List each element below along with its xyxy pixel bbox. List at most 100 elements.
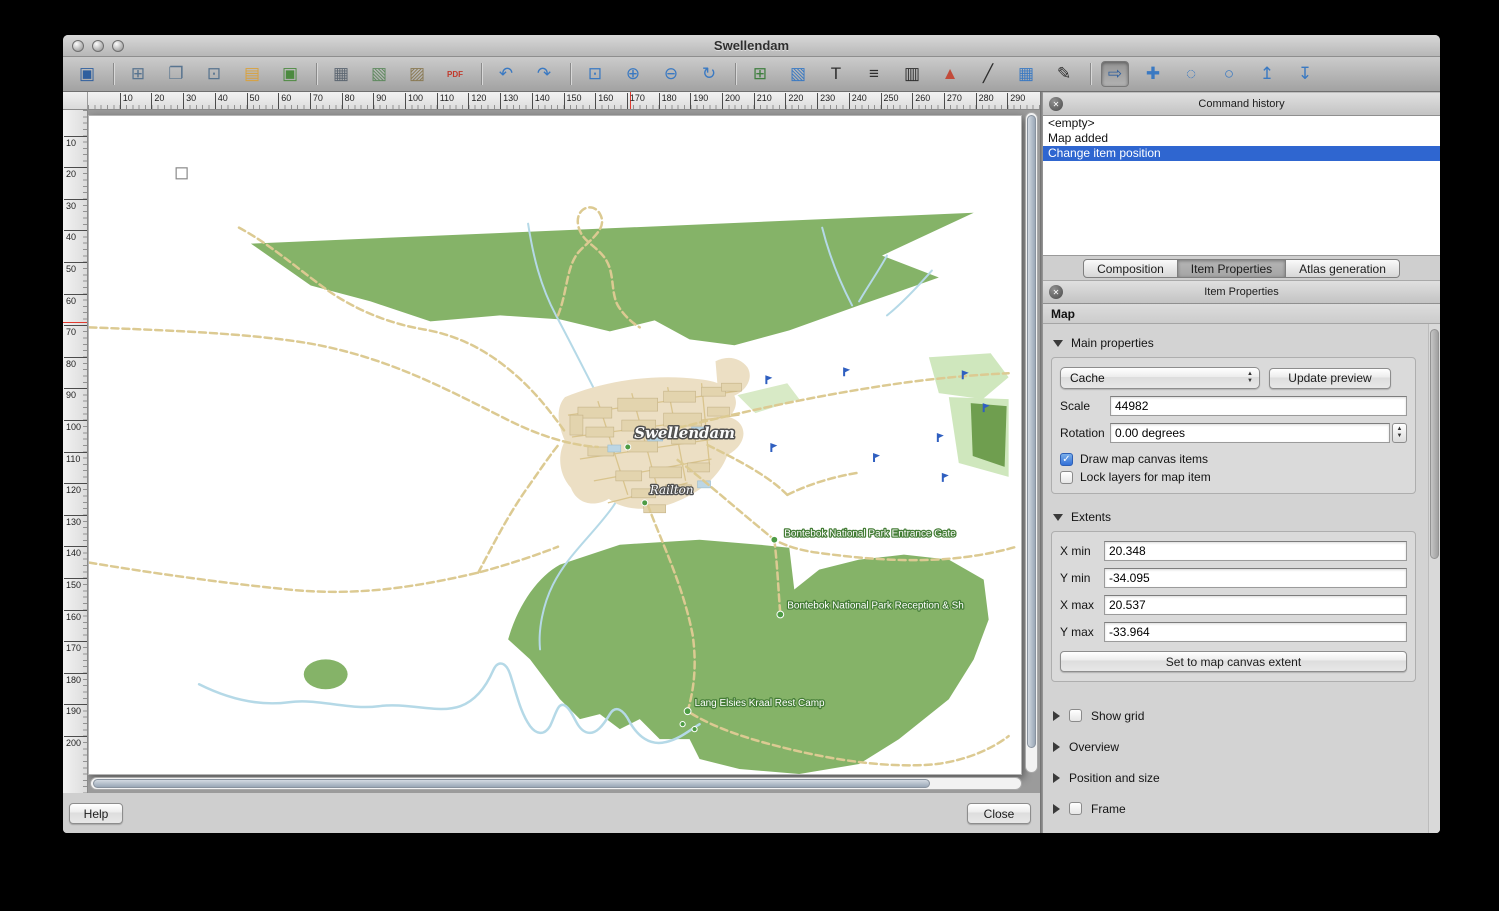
close-button[interactable]: Close (967, 803, 1031, 824)
ruler-mark: 130 (500, 93, 518, 109)
properties-scrollbar[interactable] (1428, 324, 1440, 833)
add-shape-icon[interactable]: ▲ (936, 61, 964, 87)
command-history-header: ✕ Command history (1043, 93, 1440, 116)
vertical-scrollbar-thumb[interactable] (1027, 115, 1036, 748)
export-pdf-icon[interactable]: PDF (441, 61, 469, 87)
close-window-icon[interactable] (72, 40, 84, 52)
add-image-icon[interactable]: ▧ (784, 61, 812, 87)
selection-handle[interactable] (176, 168, 187, 179)
ruler-mark: 220 (785, 93, 803, 109)
zoom-full-icon[interactable]: ⊡ (581, 61, 609, 87)
group-items-icon[interactable]: ◌ (1177, 61, 1205, 87)
toolbar-separator (1090, 63, 1091, 85)
minimize-window-icon[interactable] (92, 40, 104, 52)
lock-layers-checkbox[interactable] (1060, 471, 1073, 484)
add-html-frame-icon[interactable]: ✎ (1050, 61, 1078, 87)
x-min-input[interactable] (1104, 541, 1407, 561)
history-item[interactable]: Map added (1043, 131, 1440, 146)
open-template-icon[interactable]: ▤ (238, 61, 266, 87)
horizontal-scrollbar-thumb[interactable] (93, 779, 930, 788)
composer-manager-icon[interactable]: ⊡ (200, 61, 228, 87)
update-preview-button[interactable]: Update preview (1269, 368, 1391, 389)
y-min-input[interactable] (1104, 568, 1407, 588)
ruler-mark: 140 (532, 93, 550, 109)
new-composer-icon[interactable]: ⊞ (124, 61, 152, 87)
vertical-scrollbar[interactable] (1025, 112, 1038, 773)
refresh-view-icon[interactable]: ↻ (695, 61, 723, 87)
disclosure-closed-icon[interactable] (1053, 711, 1060, 721)
cache-dropdown[interactable]: Cache ▲▼ (1060, 367, 1260, 389)
select-move-item-icon[interactable]: ⇨ (1101, 61, 1129, 87)
show-grid-label: Show grid (1091, 709, 1144, 723)
lower-items-icon[interactable]: ↧ (1291, 61, 1319, 87)
tab-atlas-generation[interactable]: Atlas generation (1286, 259, 1400, 278)
ruler-mark: 70 (64, 325, 87, 337)
zoom-in-icon[interactable]: ⊕ (619, 61, 647, 87)
export-svg-icon[interactable]: ▨ (403, 61, 431, 87)
command-history-list[interactable]: <empty> Map added Change item position (1043, 116, 1440, 256)
history-item-selected[interactable]: Change item position (1043, 146, 1440, 161)
print-icon[interactable]: ▦ (327, 61, 355, 87)
ungroup-items-icon[interactable]: ○ (1215, 61, 1243, 87)
disclosure-closed-icon[interactable] (1053, 742, 1060, 752)
add-map-icon[interactable]: ⊞ (746, 61, 774, 87)
title-bar[interactable]: Swellendam (63, 35, 1440, 57)
y-max-input[interactable] (1104, 622, 1407, 642)
rotation-stepper[interactable]: ▲▼ (1392, 423, 1407, 443)
ruler-mark: 100 (405, 93, 423, 109)
horizontal-scrollbar[interactable] (90, 777, 1022, 790)
properties-scrollbar-thumb[interactable] (1430, 329, 1439, 559)
ruler-mark: 200 (722, 93, 740, 109)
extents-group: X min Y min X max Y max (1051, 531, 1416, 682)
frame-checkbox[interactable] (1069, 802, 1082, 815)
zoom-window-icon[interactable] (112, 40, 124, 52)
draw-map-canvas-items-label: Draw map canvas items (1080, 452, 1208, 466)
rotation-input[interactable] (1110, 423, 1390, 443)
move-item-content-icon[interactable]: ✚ (1139, 61, 1167, 87)
undo-icon[interactable]: ↶ (492, 61, 520, 87)
item-properties-panel: Main properties Cache ▲▼ Update preview (1043, 324, 1440, 833)
toolbar-separator (735, 63, 736, 85)
set-to-map-canvas-extent-button[interactable]: Set to map canvas extent (1060, 651, 1407, 672)
poi-label-camp: Lang Elsies Kraal Rest Camp (695, 698, 825, 709)
tab-item-properties[interactable]: Item Properties (1178, 259, 1286, 278)
raise-items-icon[interactable]: ↥ (1253, 61, 1281, 87)
disclosure-open-icon[interactable] (1053, 340, 1063, 347)
disclosure-closed-icon[interactable] (1053, 773, 1060, 783)
export-image-icon[interactable]: ▧ (365, 61, 393, 87)
add-arrow-icon[interactable]: ╱ (974, 61, 1002, 87)
add-scalebar-icon[interactable]: ▥ (898, 61, 926, 87)
close-panel-icon[interactable]: ✕ (1049, 97, 1063, 111)
frame-label: Frame (1091, 802, 1126, 816)
toolbar-separator (113, 63, 114, 85)
zoom-out-icon[interactable]: ⊖ (657, 61, 685, 87)
save-template-icon[interactable]: ▣ (276, 61, 304, 87)
x-min-label: X min (1060, 544, 1104, 558)
scale-label: Scale (1060, 399, 1110, 413)
ruler-mark: 150 (564, 93, 582, 109)
composer-window: Swellendam ▣ ⊞ ❐ ⊡ ▤ ▣ ▦ ▧ ▨ PDF ↶ ↷ ⊡ ⊕ ⊖ ↻ ⊞ ▧ T ≡ ▥ ▲ ╱ ▦ ✎ ⇨ ✚… (63, 35, 1440, 833)
history-item[interactable]: <empty> (1043, 116, 1440, 131)
help-button[interactable]: Help (69, 803, 123, 824)
show-grid-checkbox[interactable] (1069, 709, 1082, 722)
composition-canvas[interactable]: Swellendam Railton Bontebok National Par… (88, 110, 1040, 793)
draw-map-canvas-items-checkbox[interactable]: ✓ (1060, 453, 1073, 466)
disclosure-closed-icon[interactable] (1053, 804, 1060, 814)
duplicate-composer-icon[interactable]: ❐ (162, 61, 190, 87)
save-project-icon[interactable]: ▣ (73, 61, 101, 87)
x-max-input[interactable] (1104, 595, 1407, 615)
poi-label-reception: Bontebok National Park Reception & Sh (787, 601, 964, 612)
disclosure-open-icon[interactable] (1053, 514, 1063, 521)
redo-icon[interactable]: ↷ (530, 61, 558, 87)
add-legend-icon[interactable]: ≡ (860, 61, 888, 87)
composition-page[interactable]: Swellendam Railton Bontebok National Par… (88, 115, 1022, 775)
ruler-mark: 110 (437, 93, 454, 109)
close-panel-icon[interactable]: ✕ (1049, 285, 1063, 299)
add-label-icon[interactable]: T (822, 61, 850, 87)
y-min-label: Y min (1060, 571, 1104, 585)
scale-input[interactable] (1110, 396, 1407, 416)
tab-composition[interactable]: Composition (1083, 259, 1178, 278)
add-table-icon[interactable]: ▦ (1012, 61, 1040, 87)
map-item[interactable]: Swellendam Railton Bontebok National Par… (89, 116, 1021, 774)
ruler-position-indicator (63, 322, 87, 323)
